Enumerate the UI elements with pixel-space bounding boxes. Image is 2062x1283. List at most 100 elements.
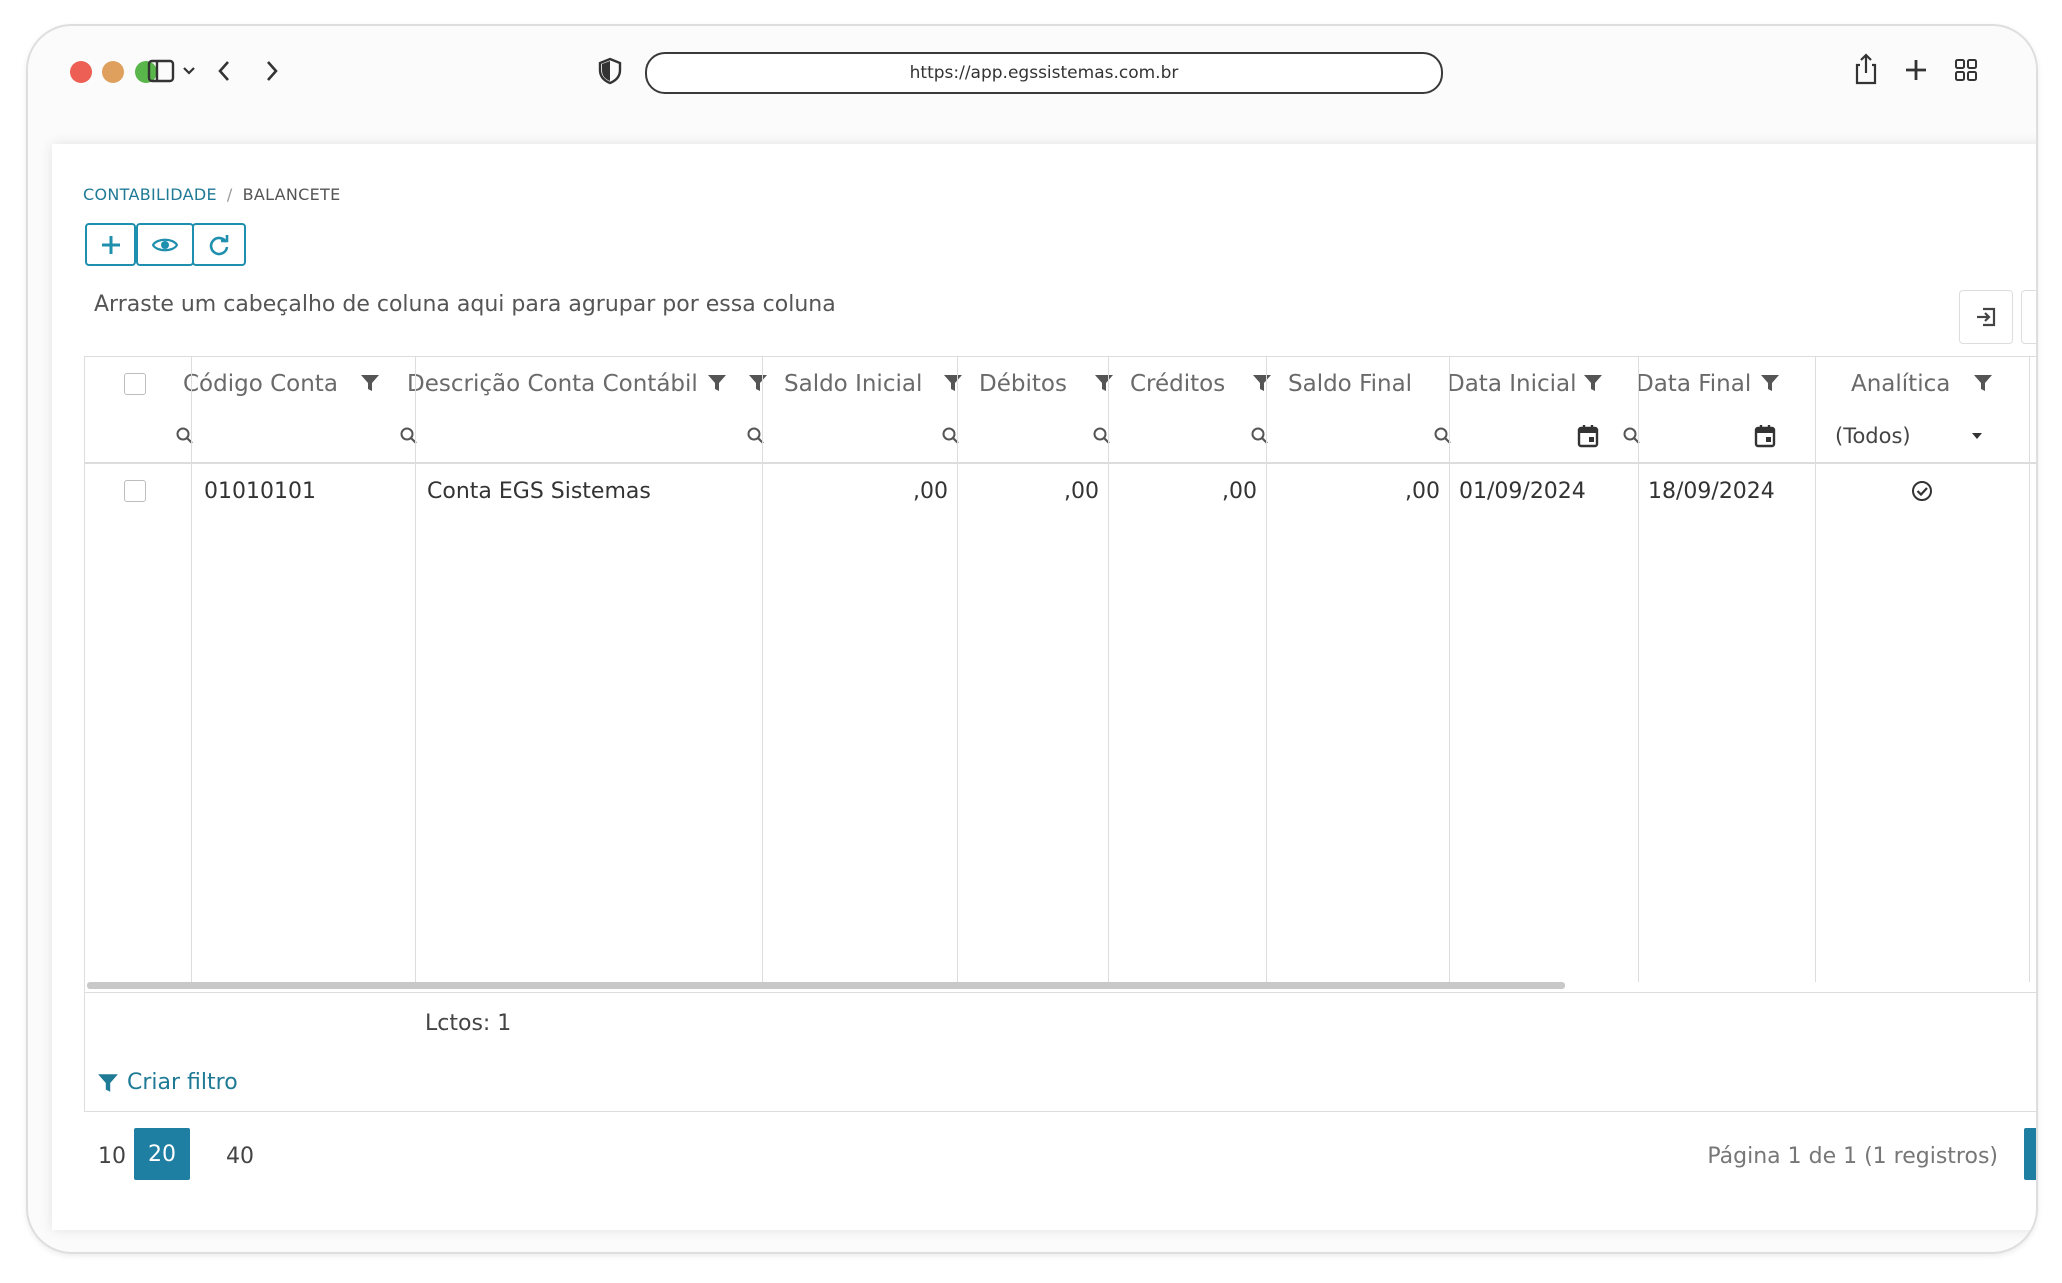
page-size-10[interactable]: 10: [98, 1144, 126, 1169]
breadcrumb-page: BALANCETE: [242, 185, 341, 204]
cell-data-final: 18/09/2024: [1648, 478, 1775, 504]
search-icon: [400, 427, 417, 444]
search-icon: [1251, 427, 1268, 444]
app-page: CONTABILIDADE / BALANCETE Arraste um cabeç…: [52, 144, 2036, 1230]
grid-summary-row: Lctos: 1: [85, 992, 2036, 1056]
filter-funnel-icon[interactable]: [360, 373, 380, 393]
cell-data-inicial: 01/09/2024: [1459, 478, 1586, 504]
column-header-saldo-inicial[interactable]: Saldo Inicial: [738, 357, 932, 410]
filter-input-saldo-inicial[interactable]: [746, 410, 932, 462]
close-window-button[interactable]: [70, 61, 92, 83]
column-divider: [1449, 357, 1450, 982]
grid-header-row: Código Conta Descrição Conta Contábil Sa…: [85, 357, 2036, 411]
share-icon[interactable]: [1852, 52, 1880, 86]
export-button[interactable]: [1959, 290, 2013, 344]
filter-funnel-icon[interactable]: [1583, 373, 1603, 393]
filter-input-saldo-final[interactable]: [1250, 410, 1424, 462]
cell-descricao: Conta EGS Sistemas: [427, 478, 651, 504]
select-all-checkbox[interactable]: [124, 373, 146, 395]
pager-info: Página 1 de 1 (1 registros): [1707, 1144, 1998, 1169]
export-icon: [1977, 307, 1996, 327]
add-button[interactable]: [85, 223, 136, 266]
column-header-label: Descrição Conta Contábil: [407, 370, 698, 397]
filter-funnel-icon: [98, 1073, 118, 1092]
filter-select-analitica[interactable]: (Todos): [1791, 410, 2003, 462]
breadcrumb: CONTABILIDADE / BALANCETE: [83, 185, 341, 204]
calendar-icon[interactable]: [1754, 424, 1776, 448]
tab-overview-icon[interactable]: [1952, 56, 1980, 84]
page-size-20[interactable]: 20: [134, 1128, 190, 1180]
column-header-label: Código Conta: [183, 370, 338, 397]
column-header-debitos[interactable]: Débitos: [933, 357, 1083, 410]
column-header-label: Analítica: [1851, 370, 1951, 397]
column-chooser-button[interactable]: [2021, 290, 2036, 344]
filter-funnel-icon[interactable]: [1252, 373, 1272, 393]
search-icon: [942, 427, 959, 444]
filter-select-value: (Todos): [1835, 424, 1911, 448]
minimize-window-button[interactable]: [102, 61, 124, 83]
browser-titlebar: https://app.egssistemas.com.br: [28, 26, 2036, 136]
column-header-data-final[interactable]: Data Final: [1614, 357, 1790, 410]
chevron-down-icon[interactable]: [180, 60, 198, 82]
filter-funnel-icon[interactable]: [748, 373, 768, 393]
column-divider: [1815, 357, 1816, 982]
browser-window: https://app.egssistemas.com.br CONTABILI…: [26, 24, 2038, 1254]
row-checkbox[interactable]: [124, 480, 146, 502]
sidebar-toggle-icon[interactable]: [146, 56, 176, 86]
forward-arrow-icon[interactable]: [260, 56, 284, 86]
breadcrumb-module[interactable]: CONTABILIDADE: [83, 185, 217, 204]
eye-icon: [152, 238, 178, 251]
search-icon: [176, 427, 193, 444]
calendar-icon[interactable]: [1577, 424, 1599, 448]
filter-input-data-inicial[interactable]: [1433, 410, 1613, 462]
column-header-analitica[interactable]: Analítica: [1791, 357, 2003, 410]
filter-funnel-icon[interactable]: [707, 373, 727, 393]
address-bar[interactable]: https://app.egssistemas.com.br: [645, 52, 1443, 94]
filter-funnel-icon[interactable]: [943, 373, 963, 393]
column-divider: [191, 357, 192, 982]
create-filter-label: Criar filtro: [127, 1070, 238, 1095]
filter-input-creditos[interactable]: [1092, 410, 1241, 462]
filter-input-codigo[interactable]: [175, 410, 389, 462]
filter-funnel-icon[interactable]: [1760, 373, 1780, 393]
back-arrow-icon[interactable]: [212, 56, 236, 86]
cell-codigo: 01010101: [204, 478, 316, 504]
group-panel-hint: Arraste um cabeçalho de coluna aqui para…: [94, 292, 836, 317]
caret-down-icon: [1972, 433, 1982, 439]
filter-input-debitos[interactable]: [941, 410, 1083, 462]
column-divider: [1266, 357, 1267, 982]
search-icon: [747, 427, 764, 444]
cell-saldo-inicial: ,00: [913, 478, 948, 504]
filter-input-descricao[interactable]: [399, 410, 737, 462]
column-divider: [1638, 357, 1639, 982]
filter-funnel-icon[interactable]: [1973, 373, 1993, 393]
filter-funnel-icon[interactable]: [1094, 373, 1114, 393]
cell-debitos: ,00: [1064, 478, 1099, 504]
filter-input-data-final[interactable]: [1622, 410, 1790, 462]
shield-icon[interactable]: [596, 56, 624, 86]
pager: 10 20 40 Página 1 de 1 (1 registros): [84, 1128, 2036, 1188]
cell-saldo-final: ,00: [1405, 478, 1440, 504]
summary-count: Lctos: 1: [425, 1011, 512, 1036]
column-divider: [1108, 357, 1109, 982]
column-header-label: Saldo Final: [1288, 370, 1413, 397]
column-header-saldo-final[interactable]: Saldo Final: [1242, 357, 1424, 410]
horizontal-scrollbar[interactable]: [87, 982, 1565, 989]
column-header-data-inicial[interactable]: Data Inicial: [1425, 357, 1613, 410]
column-divider: [957, 357, 958, 982]
new-tab-icon[interactable]: [1902, 56, 1930, 84]
page-size-40[interactable]: 40: [226, 1144, 254, 1169]
grid-filter-row: (Todos): [85, 410, 2036, 464]
refresh-icon: [209, 234, 229, 255]
column-header-descricao[interactable]: Descrição Conta Contábil: [391, 357, 737, 410]
column-divider: [415, 357, 416, 982]
check-circle-icon: [1912, 481, 1932, 501]
cell-analitica: [1815, 463, 2029, 519]
view-button[interactable]: [136, 223, 194, 266]
search-icon: [1093, 427, 1110, 444]
column-header-codigo[interactable]: Código Conta: [167, 357, 390, 410]
column-header-label: Data Inicial: [1447, 370, 1577, 397]
next-page-button[interactable]: [2024, 1128, 2036, 1180]
create-filter-link[interactable]: Criar filtro: [97, 1070, 238, 1095]
refresh-button[interactable]: [192, 223, 246, 266]
